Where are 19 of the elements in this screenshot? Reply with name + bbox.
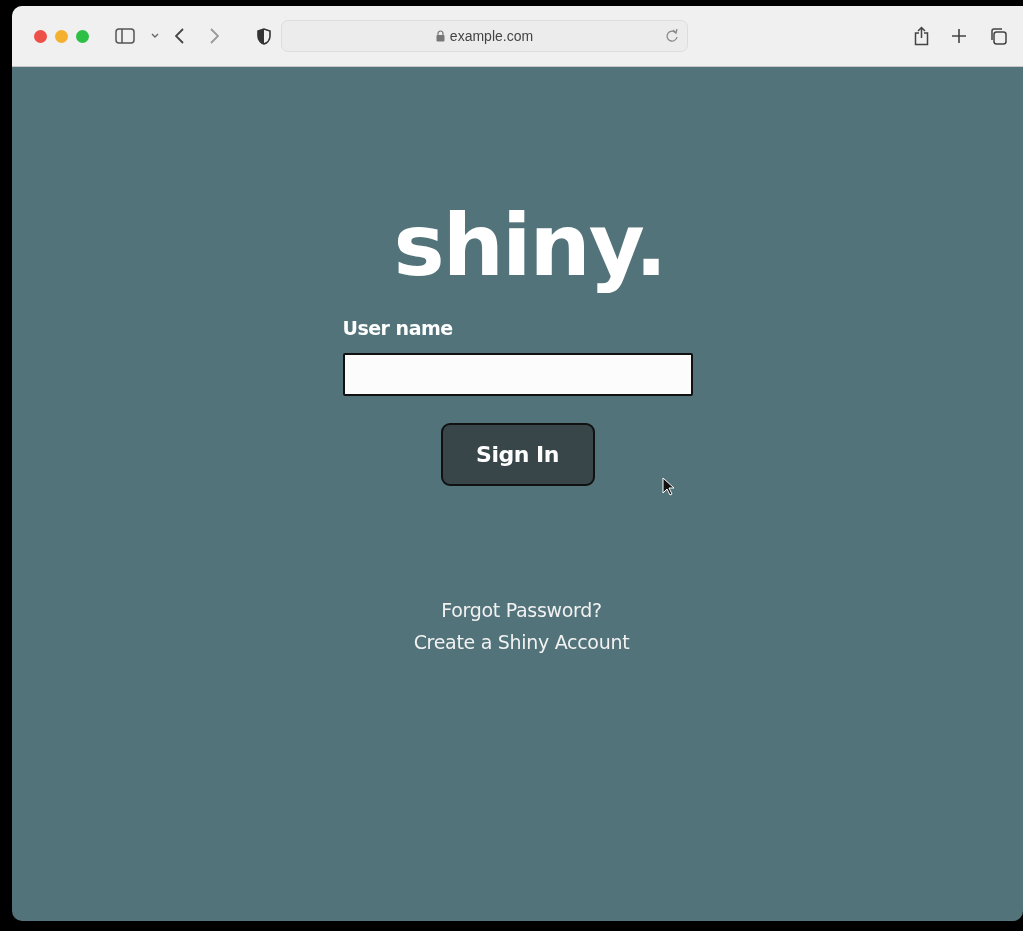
link[interactable]: Forgot Password? xyxy=(441,599,602,621)
mouse-cursor-icon xyxy=(662,477,675,497)
shield-icon[interactable] xyxy=(257,27,271,45)
lock-icon xyxy=(435,30,445,42)
reload-icon[interactable] xyxy=(665,28,679,43)
close-button[interactable] xyxy=(34,29,47,43)
chevron-down-icon[interactable] xyxy=(151,33,159,39)
link[interactable]: Create a Shiny Account xyxy=(413,631,630,653)
sidebar-icon[interactable] xyxy=(115,28,135,44)
logo: shiny. xyxy=(393,195,666,295)
back-icon[interactable] xyxy=(175,28,184,44)
plus-icon[interactable] xyxy=(951,28,967,44)
field-label: User name xyxy=(342,317,453,339)
username-field[interactable] xyxy=(342,353,693,396)
address-text: example.com xyxy=(449,28,534,44)
tabs-overview-icon[interactable] xyxy=(989,27,1007,45)
sign-in-button[interactable]: Sign In xyxy=(440,423,595,486)
share-icon[interactable] xyxy=(914,26,929,46)
address-bar[interactable]: example.com xyxy=(281,20,688,52)
